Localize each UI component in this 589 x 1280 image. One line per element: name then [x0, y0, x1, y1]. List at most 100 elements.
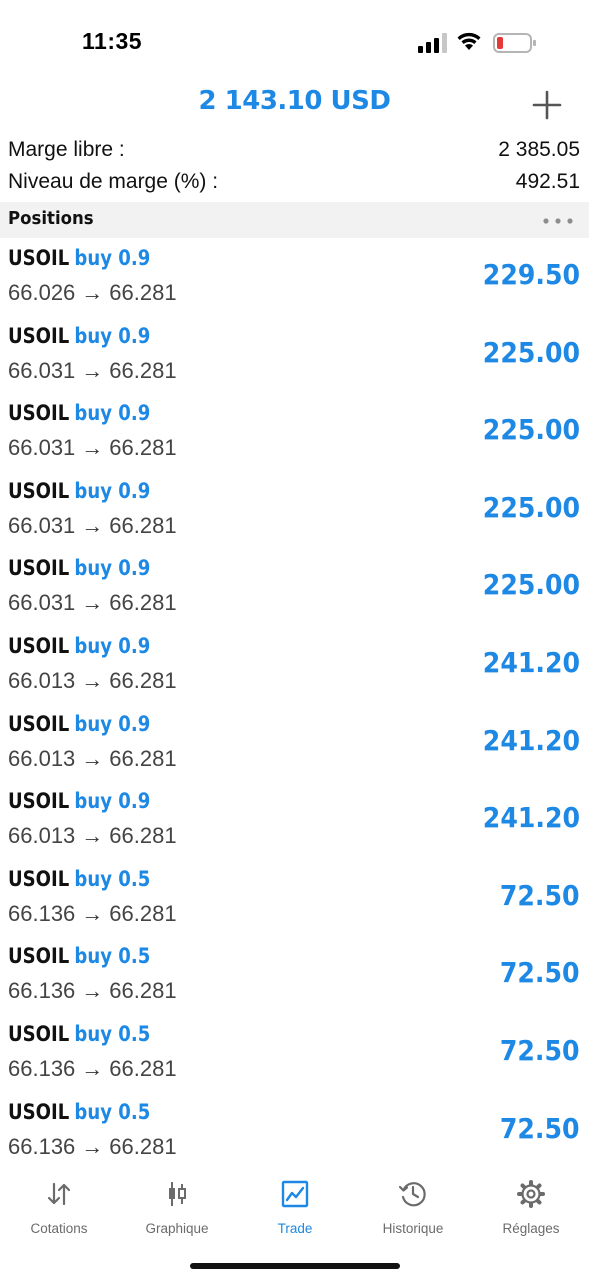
- position-row[interactable]: USOIL buy 0.9 66.031 → 66.281 225.00: [0, 393, 589, 471]
- position-prices: 66.013 → 66.281: [8, 668, 177, 694]
- position-header: USOIL buy 0.9: [8, 324, 150, 348]
- position-symbol: USOIL: [8, 1021, 70, 1046]
- position-row[interactable]: USOIL buy 0.9 66.031 → 66.281 225.00: [0, 548, 589, 626]
- tab-reglages[interactable]: Réglages: [472, 1179, 589, 1249]
- position-header: USOIL buy 0.9: [8, 556, 150, 580]
- tab-cotations[interactable]: Cotations: [0, 1179, 118, 1249]
- status-bar: 11:35: [0, 0, 589, 84]
- position-current-price: 66.281: [109, 978, 177, 1004]
- margin-level-row: Niveau de marge (%) : 492.51: [8, 170, 580, 198]
- arrow-right-icon: →: [81, 745, 104, 771]
- position-row[interactable]: USOIL buy 0.9 66.013 → 66.281 241.20: [0, 704, 589, 782]
- position-prices: 66.136 → 66.281: [8, 1134, 177, 1160]
- position-open-price: 66.013: [8, 745, 76, 771]
- position-row[interactable]: USOIL buy 0.9 66.013 → 66.281 241.20: [0, 781, 589, 859]
- position-side: buy 0.5: [74, 866, 151, 891]
- position-side: buy 0.9: [74, 323, 151, 348]
- position-symbol: USOIL: [8, 478, 70, 503]
- position-symbol: USOIL: [8, 246, 70, 270]
- battery-icon: [493, 33, 536, 53]
- position-profit: 72.50: [500, 878, 580, 912]
- home-indicator[interactable]: [190, 1263, 400, 1269]
- tab-trade[interactable]: Trade: [236, 1179, 354, 1249]
- tab-label: Trade: [277, 1221, 313, 1236]
- gear-icon: [517, 1180, 545, 1208]
- margin-level-label: Niveau de marge (%) :: [8, 170, 219, 193]
- arrow-right-icon: →: [81, 978, 104, 1004]
- position-symbol: USOIL: [8, 866, 70, 891]
- tab-graphique[interactable]: Graphique: [118, 1179, 236, 1249]
- position-open-price: 66.031: [8, 357, 76, 383]
- arrow-right-icon: →: [81, 357, 104, 383]
- position-side: buy 0.9: [74, 789, 151, 814]
- position-current-price: 66.281: [109, 357, 177, 383]
- position-side: buy 0.9: [74, 246, 151, 270]
- more-horizontal-icon[interactable]: [543, 218, 573, 224]
- tab-label: Réglages: [502, 1221, 560, 1236]
- position-row[interactable]: USOIL buy 0.9 66.031 → 66.281 225.00: [0, 316, 589, 394]
- position-prices: 66.136 → 66.281: [8, 1056, 177, 1082]
- position-row[interactable]: USOIL buy 0.5 66.136 → 66.281 72.50: [0, 859, 589, 937]
- quotes-arrows-icon: [47, 1182, 71, 1206]
- position-current-price: 66.281: [109, 900, 177, 926]
- position-current-price: 66.281: [109, 745, 177, 771]
- position-header: USOIL buy 0.9: [8, 401, 150, 425]
- arrow-right-icon: →: [81, 512, 104, 538]
- position-open-price: 66.013: [8, 667, 76, 693]
- position-header: USOIL buy 0.9: [8, 634, 150, 658]
- position-row[interactable]: USOIL buy 0.5 66.136 → 66.281 72.50: [0, 1014, 589, 1092]
- position-side: buy 0.9: [74, 633, 151, 658]
- position-profit: 229.50: [482, 258, 580, 291]
- position-symbol: USOIL: [8, 711, 70, 736]
- position-side: buy 0.5: [74, 1099, 151, 1124]
- position-open-price: 66.031: [8, 435, 76, 461]
- position-profit: 241.20: [482, 723, 580, 757]
- position-prices: 66.031 → 66.281: [8, 435, 177, 461]
- position-prices: 66.026 → 66.281: [8, 280, 177, 306]
- position-header: USOIL buy 0.9: [8, 712, 150, 736]
- arrow-right-icon: →: [81, 280, 104, 305]
- tab-label: Cotations: [30, 1221, 88, 1236]
- position-open-price: 66.031: [8, 590, 76, 616]
- position-open-price: 66.136: [8, 1133, 76, 1159]
- position-profit: 241.20: [482, 801, 580, 835]
- position-row[interactable]: USOIL buy 0.5 66.136 → 66.281 72.50: [0, 1092, 589, 1170]
- position-symbol: USOIL: [8, 944, 70, 969]
- plus-icon[interactable]: [530, 88, 564, 122]
- position-current-price: 66.281: [109, 280, 177, 305]
- position-open-price: 66.013: [8, 823, 76, 849]
- arrow-right-icon: →: [81, 435, 104, 461]
- position-open-price: 66.136: [8, 978, 76, 1004]
- position-row[interactable]: USOIL buy 0.9 66.026 → 66.281 229.50: [0, 238, 589, 316]
- position-open-price: 66.136: [8, 900, 76, 926]
- position-symbol: USOIL: [8, 556, 70, 581]
- tab-historique[interactable]: Historique: [354, 1179, 472, 1249]
- position-header: USOIL buy 0.5: [8, 867, 150, 891]
- position-header: USOIL buy 0.5: [8, 1100, 150, 1124]
- arrow-right-icon: →: [81, 1055, 104, 1081]
- arrow-right-icon: →: [81, 667, 104, 693]
- position-header: USOIL buy 0.9: [8, 479, 150, 503]
- position-header: USOIL buy 0.9: [8, 246, 150, 270]
- position-open-price: 66.031: [8, 512, 76, 538]
- position-current-price: 66.281: [109, 512, 177, 538]
- position-profit: 72.50: [500, 1033, 580, 1067]
- position-symbol: USOIL: [8, 401, 70, 426]
- position-row[interactable]: USOIL buy 0.5 66.136 → 66.281 72.50: [0, 936, 589, 1014]
- position-symbol: USOIL: [8, 789, 70, 814]
- position-current-price: 66.281: [109, 435, 177, 461]
- position-current-price: 66.281: [109, 1133, 177, 1159]
- position-symbol: USOIL: [8, 1099, 70, 1124]
- position-side: buy 0.9: [74, 711, 151, 736]
- candlestick-chart-icon: [169, 1182, 186, 1206]
- position-row[interactable]: USOIL buy 0.9 66.013 → 66.281 241.20: [0, 626, 589, 704]
- free-margin-label: Marge libre :: [8, 138, 125, 161]
- positions-list: USOIL buy 0.9 66.026 → 66.281 229.50 USOIL buy …: [0, 238, 589, 1169]
- position-side: buy 0.9: [74, 478, 151, 503]
- position-row[interactable]: USOIL buy 0.9 66.031 → 66.281 225.00: [0, 471, 589, 549]
- position-header: USOIL buy 0.9: [8, 789, 150, 813]
- position-current-price: 66.281: [109, 667, 177, 693]
- position-symbol: USOIL: [8, 633, 70, 658]
- position-open-price: 66.136: [8, 1055, 76, 1081]
- position-prices: 66.136 → 66.281: [8, 901, 177, 927]
